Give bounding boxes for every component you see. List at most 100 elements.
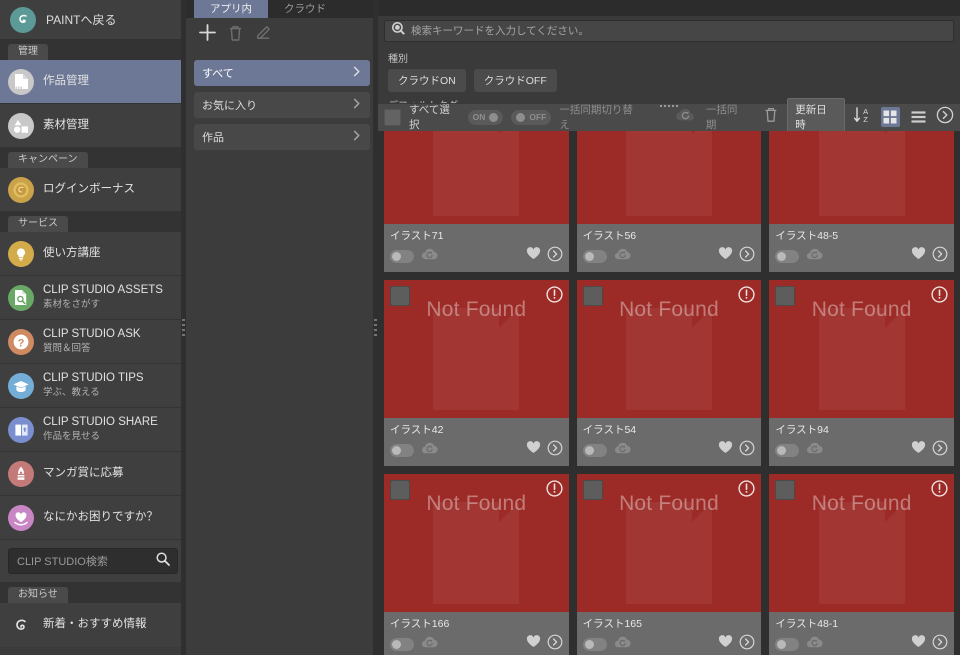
work-card[interactable]: Not Found イラスト94 bbox=[769, 280, 954, 466]
cloud-sync-icon[interactable] bbox=[805, 247, 825, 266]
heart-icon[interactable] bbox=[911, 247, 926, 265]
heart-icon[interactable] bbox=[718, 247, 733, 265]
sidebar-item-news[interactable]: 新着・おすすめ情報 bbox=[0, 603, 186, 647]
plus-icon[interactable] bbox=[198, 23, 217, 47]
sync-toggle-off-icon[interactable] bbox=[390, 638, 414, 651]
chevron-right-icon[interactable] bbox=[351, 66, 362, 80]
work-select-checkbox[interactable] bbox=[775, 480, 795, 500]
sidebar-item-text: マンガ賞に応募 bbox=[43, 467, 124, 480]
chevron-right-circle-icon[interactable] bbox=[739, 634, 755, 655]
sidebar-item-login-bonus[interactable]: ログインボーナス bbox=[0, 168, 186, 212]
work-card[interactable]: Not Found イラスト48-5 bbox=[769, 131, 954, 272]
heart-icon[interactable] bbox=[526, 247, 541, 265]
cloud-sync-icon[interactable] bbox=[420, 441, 440, 460]
work-thumbnail[interactable]: Not Found bbox=[577, 280, 762, 418]
work-select-checkbox[interactable] bbox=[583, 480, 603, 500]
sync-toggle-off-icon[interactable] bbox=[775, 250, 799, 263]
sidebar-section-kanri: 管理 bbox=[0, 40, 186, 60]
cloud-sync-icon[interactable] bbox=[613, 635, 633, 654]
back-to-paint-button[interactable]: PAINTへ戻る bbox=[0, 0, 186, 40]
cloud-sync-icon[interactable] bbox=[613, 441, 633, 460]
toolbar-drag-handle-icon[interactable] bbox=[660, 105, 678, 107]
sync-toggle-off-icon[interactable] bbox=[583, 638, 607, 651]
chevron-right-circle-icon[interactable] bbox=[739, 246, 755, 267]
work-select-checkbox[interactable] bbox=[775, 286, 795, 306]
sidebar-item-clip-studio-ask[interactable]: ? CLIP STUDIO ASK 質問＆回答 bbox=[0, 320, 186, 364]
search-icon[interactable] bbox=[155, 551, 171, 572]
chevron-right-circle-icon[interactable] bbox=[739, 440, 755, 461]
sync-toggle-off-icon[interactable] bbox=[775, 444, 799, 457]
works-grid-container[interactable]: Not Found イラスト71 bbox=[378, 131, 960, 655]
cloud-sync-icon[interactable] bbox=[420, 247, 440, 266]
toggle-off-label: OFF bbox=[529, 112, 546, 122]
heart-icon[interactable] bbox=[718, 635, 733, 653]
heart-icon[interactable] bbox=[526, 635, 541, 653]
heart-icon[interactable] bbox=[911, 635, 926, 653]
tab-app-internal[interactable]: アプリ内 bbox=[194, 0, 268, 18]
chevron-right-circle-icon[interactable] bbox=[932, 440, 948, 461]
cloud-sync-icon[interactable] bbox=[420, 635, 440, 654]
sync-toggle-off-icon[interactable] bbox=[390, 250, 414, 263]
select-all-checkbox[interactable] bbox=[384, 109, 401, 126]
cloud-sync-icon[interactable] bbox=[613, 247, 633, 266]
folder-item-favorites[interactable]: お気に入り bbox=[194, 92, 370, 118]
filter-chip-cloud-on[interactable]: クラウドON bbox=[388, 69, 466, 92]
grid-view-icon[interactable] bbox=[881, 107, 901, 127]
work-card[interactable]: Not Found イラスト165 bbox=[577, 474, 762, 655]
work-thumbnail[interactable]: Not Found bbox=[384, 280, 569, 418]
chevron-right-circle-icon[interactable] bbox=[547, 246, 563, 267]
sync-toggle-off-icon[interactable] bbox=[390, 444, 414, 457]
sidebar-item-clip-studio-tips[interactable]: CLIP STUDIO TIPS 学ぶ、教える bbox=[0, 364, 186, 408]
work-thumbnail[interactable]: Not Found bbox=[769, 280, 954, 418]
work-thumbnail[interactable]: Not Found bbox=[769, 131, 954, 224]
chevron-right-circle-icon[interactable] bbox=[932, 634, 948, 655]
heart-icon[interactable] bbox=[911, 441, 926, 459]
sidebar-item-manga-award[interactable]: マンガ賞に応募 bbox=[0, 452, 186, 496]
work-card[interactable]: Not Found イラスト42 bbox=[384, 280, 569, 466]
chevron-right-circle-icon[interactable] bbox=[547, 440, 563, 461]
work-thumbnail[interactable]: Not Found bbox=[384, 474, 569, 612]
search-input[interactable]: CLIP STUDIO検索 bbox=[8, 548, 178, 574]
cloud-sync-icon[interactable] bbox=[805, 635, 825, 654]
work-select-checkbox[interactable] bbox=[583, 286, 603, 306]
sync-toggle-off-icon[interactable] bbox=[583, 250, 607, 263]
work-select-checkbox[interactable] bbox=[390, 286, 410, 306]
sidebar-item-help[interactable]: なにかお困りですか？ bbox=[0, 496, 186, 540]
missing-file-icon bbox=[433, 131, 519, 216]
chevron-right-icon[interactable] bbox=[351, 130, 362, 144]
cloud-sync-icon[interactable] bbox=[805, 441, 825, 460]
sync-toggle-off-icon[interactable] bbox=[775, 638, 799, 651]
work-card[interactable]: Not Found イラスト71 bbox=[384, 131, 569, 272]
keyword-search-input[interactable]: 検索キーワードを入力してください。 bbox=[384, 20, 954, 42]
work-thumbnail[interactable]: Not Found bbox=[769, 474, 954, 612]
sidebar-item-tutorial[interactable]: 使い方講座 bbox=[0, 232, 186, 276]
chevron-right-circle-icon[interactable] bbox=[932, 246, 948, 267]
work-card[interactable]: Not Found イラスト48-1 bbox=[769, 474, 954, 655]
work-card[interactable]: Not Found イラスト54 bbox=[577, 280, 762, 466]
list-view-icon[interactable] bbox=[908, 107, 928, 127]
chevron-right-circle-icon[interactable] bbox=[547, 634, 563, 655]
sidebar-item-clip-studio-share[interactable]: CLIP STUDIO SHARE 作品を見せる bbox=[0, 408, 186, 452]
sidebar-item-clip-studio-assets[interactable]: CLIP STUDIO ASSETS 素材をさがす bbox=[0, 276, 186, 320]
chevron-right-icon[interactable] bbox=[351, 98, 362, 112]
folder-item-all[interactable]: すべて bbox=[194, 60, 370, 86]
work-thumbnail[interactable]: Not Found bbox=[577, 474, 762, 612]
tab-cloud[interactable]: クラウド bbox=[268, 0, 342, 18]
sidebar-item-sozai-kanri[interactable]: 素材管理 bbox=[0, 104, 186, 148]
work-thumbnail[interactable]: Not Found bbox=[577, 131, 762, 224]
work-thumbnail[interactable]: Not Found bbox=[384, 131, 569, 224]
folder-item-works[interactable]: 作品 bbox=[194, 124, 370, 150]
sync-toggle-off-icon[interactable] bbox=[583, 444, 607, 457]
work-card[interactable]: Not Found イラスト56 bbox=[577, 131, 762, 272]
bulk-sync-on-toggle[interactable]: ON bbox=[468, 110, 504, 125]
chevron-right-circle-icon[interactable] bbox=[936, 106, 954, 129]
heart-icon[interactable] bbox=[718, 441, 733, 459]
heart-icon[interactable] bbox=[526, 441, 541, 459]
bulk-sync-off-toggle[interactable]: OFF bbox=[511, 110, 551, 125]
sidebar-item-sakuhin-kanri[interactable]: 作品管理 bbox=[0, 60, 186, 104]
work-select-checkbox[interactable] bbox=[390, 480, 410, 500]
sort-az-icon[interactable]: AZ bbox=[853, 106, 873, 129]
filter-chip-cloud-off[interactable]: クラウドOFF bbox=[474, 69, 557, 92]
sidebar-item-text: 使い方講座 bbox=[43, 247, 101, 260]
work-card[interactable]: Not Found イラスト166 bbox=[384, 474, 569, 655]
